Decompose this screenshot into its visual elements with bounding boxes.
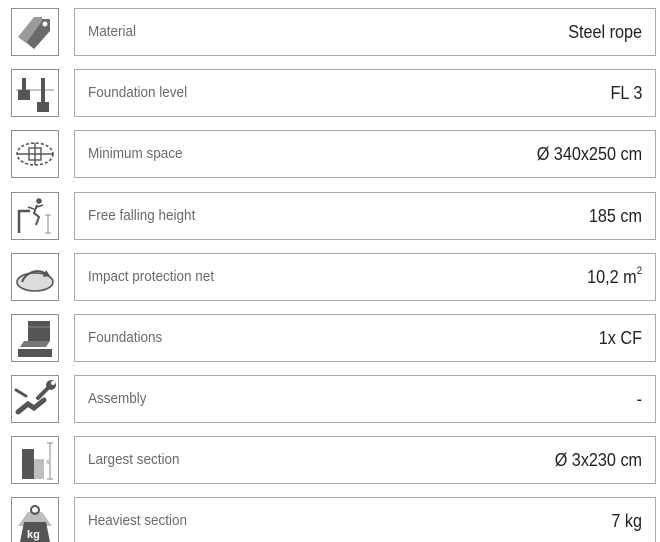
wrench-hand-icon — [11, 375, 59, 423]
spec-value: Ø 3x230 cm — [554, 450, 642, 470]
spec-row-heaviest-section: kg Heaviest section 7 kg — [0, 497, 660, 542]
minimum-space-icon — [11, 130, 59, 178]
spec-field-minimum-space: Minimum space Ø 340x250 cm — [74, 130, 656, 178]
spec-value: FL 3 — [610, 83, 642, 103]
falling-person-icon — [11, 192, 59, 240]
spec-value: 10,2 m2 — [586, 265, 642, 288]
spec-row-material: Material Steel rope — [0, 8, 660, 58]
svg-text:x: x — [46, 459, 50, 466]
spec-value: 185 cm — [588, 206, 642, 226]
spec-row-assembly: Assembly - — [0, 375, 660, 425]
spec-label: Foundations — [88, 329, 163, 346]
spec-label: Material — [88, 23, 137, 40]
svg-text:kg: kg — [27, 529, 40, 541]
spec-value: 1x CF — [598, 328, 642, 348]
spec-value: 7 kg — [611, 511, 642, 531]
section-size-icon: x — [11, 436, 59, 484]
spec-label: Minimum space — [88, 145, 183, 162]
spec-row-largest-section: x Largest section Ø 3x230 cm — [0, 436, 660, 486]
spec-field-largest-section: Largest section Ø 3x230 cm — [74, 436, 656, 484]
impact-area-icon — [11, 253, 59, 301]
spec-field-assembly: Assembly - — [74, 375, 656, 423]
spec-row-foundation-level: Foundation level FL 3 — [0, 69, 660, 119]
spec-label: Foundation level — [88, 84, 188, 101]
spec-label: Free falling height — [88, 207, 196, 224]
spec-field-heaviest-section: Heaviest section 7 kg — [74, 497, 656, 542]
spec-label: Largest section — [88, 451, 180, 468]
kg-weight-icon: kg — [11, 497, 59, 542]
spec-field-impact-protection-net: Impact protection net 10,2 m2 — [74, 253, 656, 301]
spec-label: Impact protection net — [88, 268, 215, 285]
spec-row-minimum-space: Minimum space Ø 340x250 cm — [0, 130, 660, 180]
spec-field-foundation-level: Foundation level FL 3 — [74, 69, 656, 117]
spec-value: Ø 340x250 cm — [536, 144, 642, 164]
spec-row-free-falling-height: Free falling height 185 cm — [0, 192, 660, 242]
spec-label: Assembly — [88, 390, 147, 407]
spec-label: Heaviest section — [88, 512, 188, 529]
price-tag-icon — [11, 8, 59, 56]
spec-value: - — [636, 389, 642, 409]
spec-field-free-falling-height: Free falling height 185 cm — [74, 192, 656, 240]
concrete-foundation-icon — [11, 314, 59, 362]
foundation-level-icon — [11, 69, 59, 117]
spec-row-impact-protection-net: Impact protection net 10,2 m2 — [0, 253, 660, 303]
spec-field-material: Material Steel rope — [74, 8, 656, 56]
spec-field-foundations: Foundations 1x CF — [74, 314, 656, 362]
spec-row-foundations: Foundations 1x CF — [0, 314, 660, 364]
spec-value: Steel rope — [568, 22, 642, 42]
